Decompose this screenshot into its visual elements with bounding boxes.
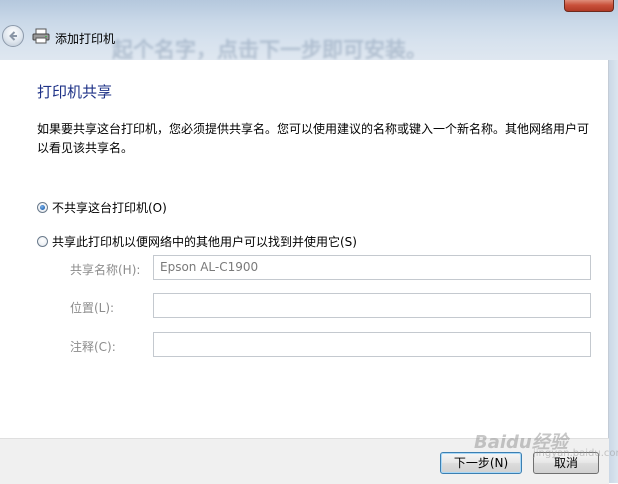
share-label: 共享此打印机以便网络中的其他用户可以找到并使用它(S) [52, 235, 357, 249]
close-button[interactable] [564, 0, 614, 12]
share-name-label: 共享名称(H): [70, 263, 141, 277]
title-bar: 起个名字，点击下一步即可安装。 添加打印机 [0, 0, 618, 60]
printer-icon [32, 28, 50, 44]
share-option[interactable]: 共享此打印机以便网络中的其他用户可以找到并使用它(S) [37, 233, 357, 250]
window-frame-right [609, 60, 618, 483]
back-arrow-icon [9, 31, 17, 41]
share-name-field[interactable]: Epson AL-C1900 [153, 255, 591, 280]
content-pane: 打印机共享 如果要共享这台打印机，您必须提供共享名。您可以使用建议的名称或键入一… [0, 60, 609, 438]
no-share-label: 不共享这台打印机(O) [52, 201, 167, 215]
window-title: 添加打印机 [55, 32, 116, 46]
back-button[interactable] [2, 25, 24, 47]
page-description: 如果要共享这台打印机，您必须提供共享名。您可以使用建议的名称或键入一个新名称。其… [37, 122, 590, 155]
watermark-url: jingyan.baidu.com [533, 448, 618, 459]
background-overlay-text: 起个名字，点击下一步即可安装。 [112, 38, 427, 60]
comment-label: 注释(C): [70, 340, 116, 354]
no-share-radio[interactable] [37, 202, 48, 213]
location-label: 位置(L): [70, 301, 115, 315]
share-radio[interactable] [37, 236, 48, 247]
comment-field[interactable] [153, 332, 591, 357]
location-field[interactable] [153, 293, 591, 318]
page-title: 打印机共享 [37, 83, 113, 101]
next-button[interactable]: 下一步(N) [440, 452, 522, 474]
no-share-option[interactable]: 不共享这台打印机(O) [37, 199, 167, 216]
